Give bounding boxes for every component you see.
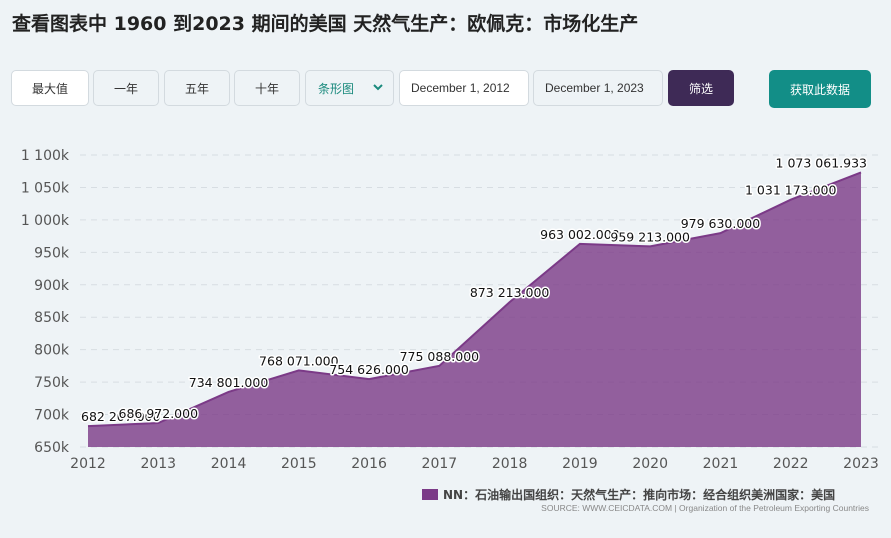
legend: NN：石油输出国组织：天然气生产：推向市场：经合组织美洲国家：美国 [422, 486, 835, 503]
data-label: 686 972.000 [119, 406, 199, 421]
data-label: 1 073 061.933 [776, 155, 867, 170]
x-tick-label: 2018 [492, 456, 528, 472]
data-label: 734 801.000 [189, 375, 269, 390]
data-label: 963 002.000 [540, 227, 620, 242]
y-tick-label: 900k [34, 278, 70, 294]
data-label: 768 071.000 [259, 353, 339, 368]
y-tick-label: 650k [34, 440, 70, 456]
y-tick-label: 750k [34, 375, 70, 391]
x-tick-label: 2015 [281, 456, 317, 472]
data-label: 873 213.000 [470, 285, 550, 300]
x-tick-label: 2016 [351, 456, 387, 472]
x-tick-label: 2020 [632, 456, 668, 472]
y-axis-ticks: 650k 700k 750k 800k 850k 900k 950k 1 000k 1 050k… [21, 148, 70, 456]
data-label: 1 031 173.000 [745, 183, 836, 198]
y-tick-label: 1 100k [21, 148, 70, 164]
data-label: 775 088.000 [400, 349, 480, 364]
x-tick-label: 2023 [843, 456, 879, 472]
series-area [88, 172, 861, 448]
x-tick-label: 2021 [703, 456, 739, 472]
data-label: 979 630.000 [681, 216, 761, 231]
y-tick-label: 1 000k [21, 213, 70, 229]
y-tick-label: 700k [34, 408, 70, 424]
legend-swatch [422, 489, 438, 500]
x-tick-label: 2017 [422, 456, 458, 472]
y-tick-label: 950k [34, 245, 70, 261]
x-tick-label: 2014 [211, 456, 247, 472]
x-tick-label: 2022 [773, 456, 809, 472]
y-tick-label: 850k [34, 310, 70, 326]
source-note: SOURCE: WWW.CEICDATA.COM | Organization … [541, 503, 869, 513]
data-label: 959 213.000 [610, 229, 690, 244]
area-chart: 650k 700k 750k 800k 850k 900k 950k 1 000k 1 050k… [21, 148, 879, 472]
x-tick-label: 2019 [562, 456, 598, 472]
x-tick-label: 2012 [70, 456, 106, 472]
x-axis-ticks: 2012 2013 2014 2015 2016 2017 2018 2019 2020 2021… [70, 456, 879, 472]
x-tick-label: 2013 [140, 456, 176, 472]
y-tick-label: 1 050k [21, 180, 70, 196]
legend-label: NN：石油输出国组织：天然气生产：推向市场：经合组织美洲国家：美国 [443, 488, 836, 502]
y-tick-label: 800k [34, 343, 70, 359]
data-label: 754 626.000 [329, 362, 409, 377]
